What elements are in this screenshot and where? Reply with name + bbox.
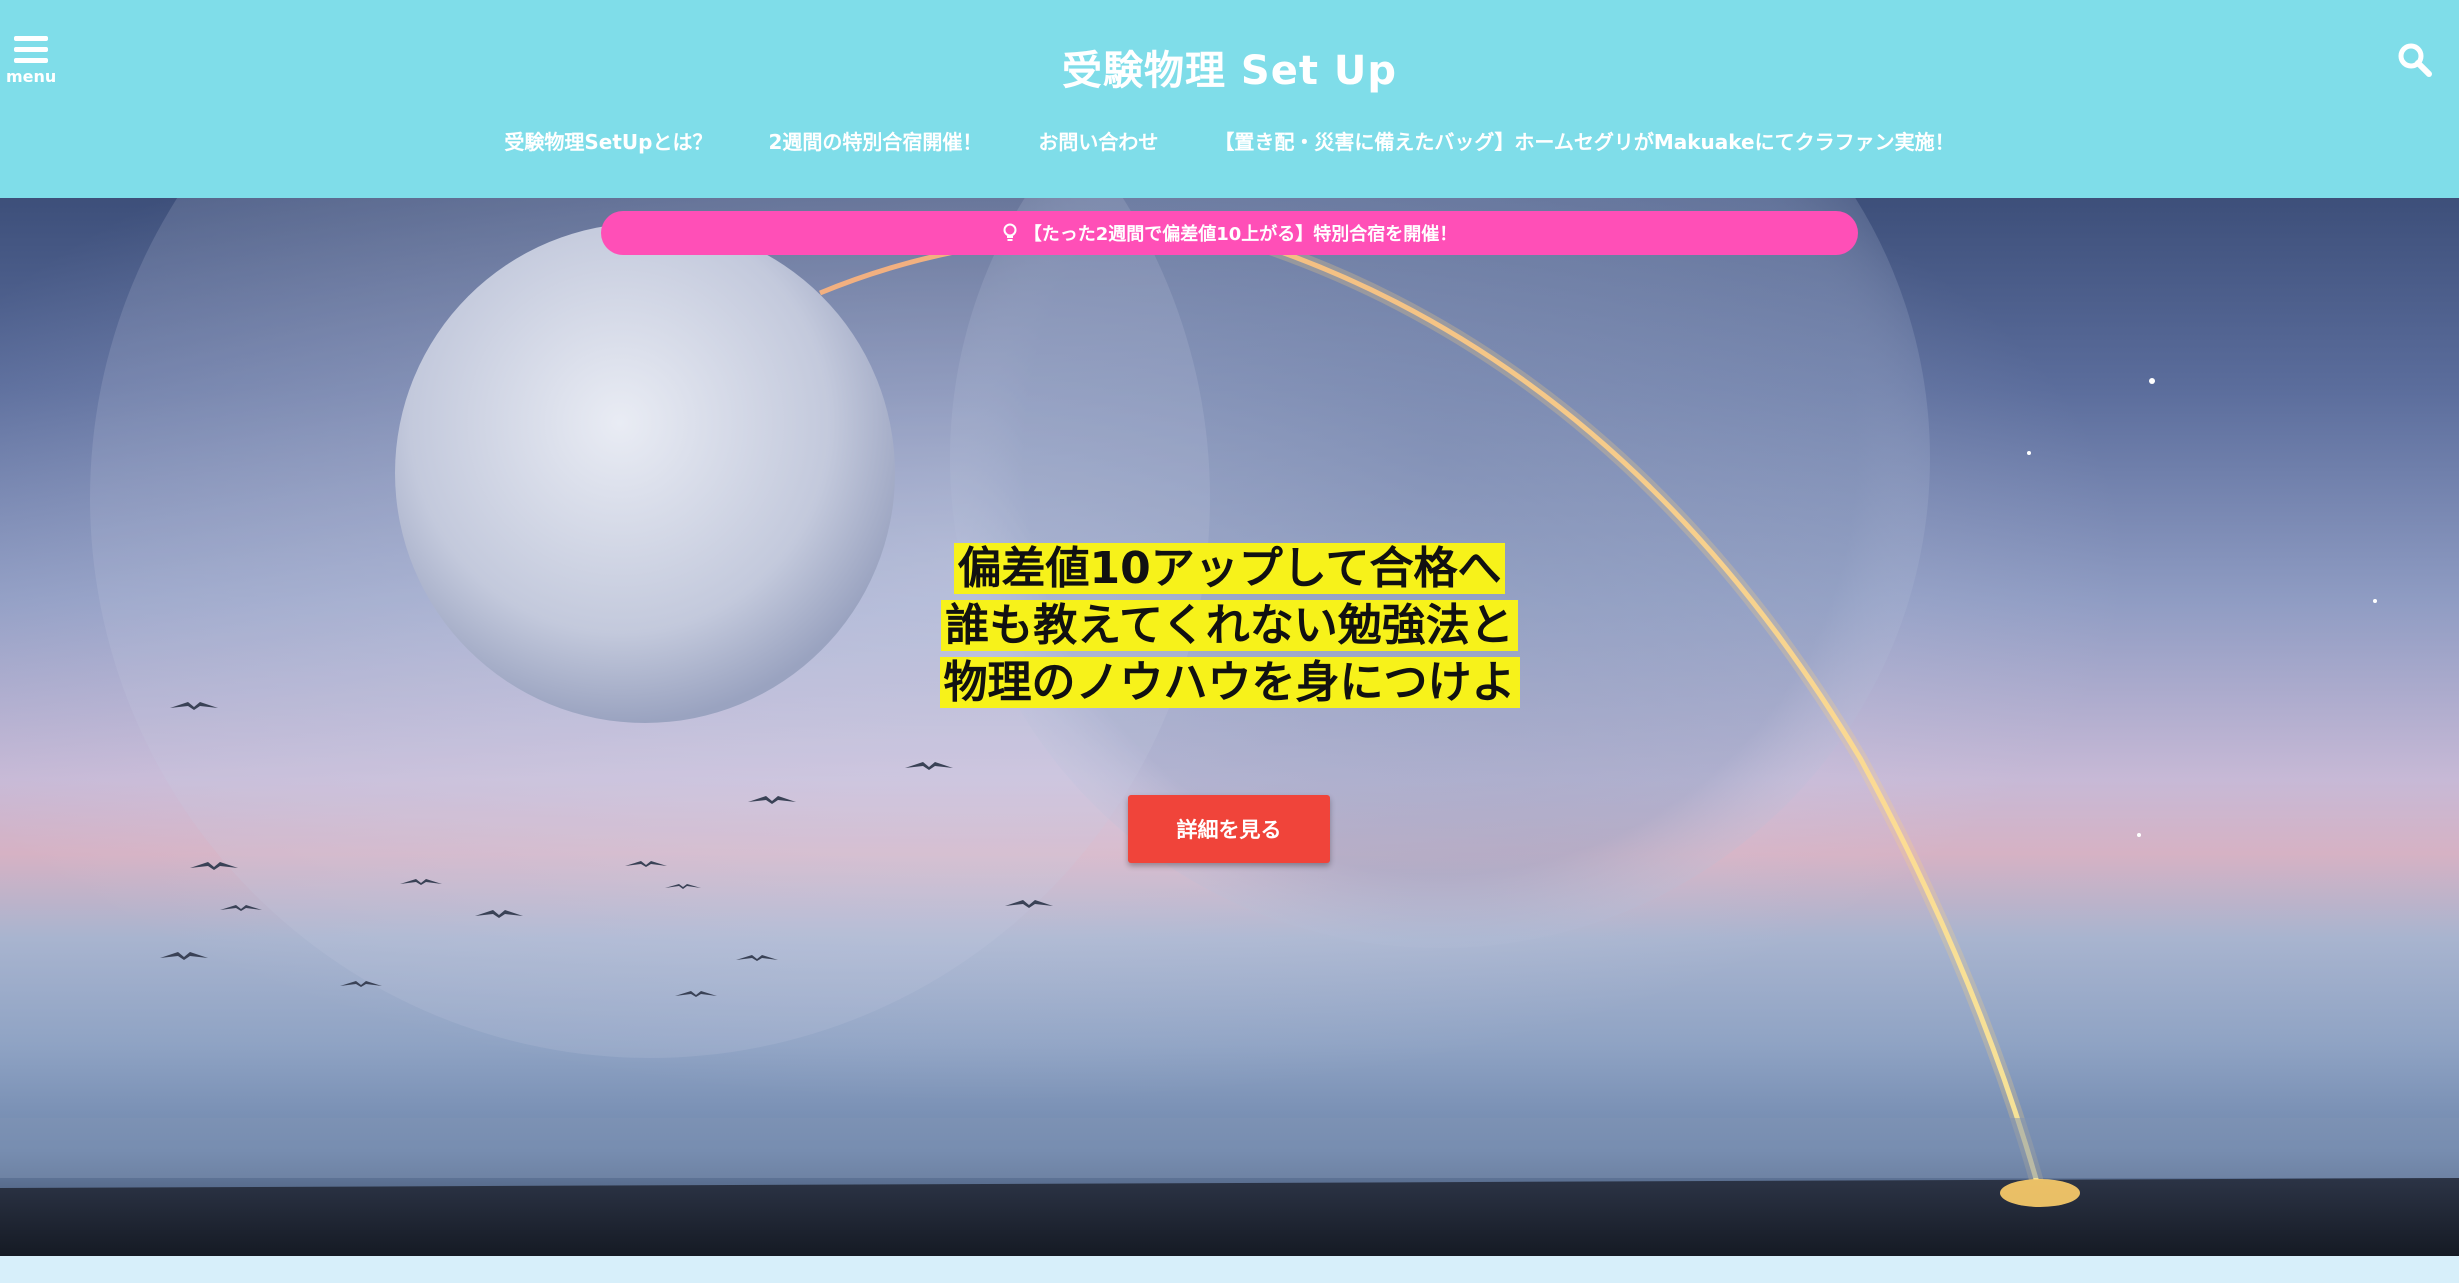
nav-item-contact[interactable]: お問い合わせ xyxy=(1038,126,1158,155)
headline-line-2: 誰も教えてくれない勉強法と xyxy=(941,600,1518,651)
hero-background-image xyxy=(0,198,2459,1256)
lightbulb-icon xyxy=(1003,223,1017,241)
nav-item-camp[interactable]: 2週間の特別合宿開催！ xyxy=(769,126,983,155)
hero-section: 【たった2週間で偏差値10上がる】特別合宿を開催！ 偏差値10アップして合格へ … xyxy=(0,198,2459,1256)
star xyxy=(2027,451,2031,455)
headline-line-3: 物理のノウハウを身につけよ xyxy=(939,657,1520,708)
search-button[interactable] xyxy=(2395,40,2435,80)
search-icon xyxy=(2398,43,2432,77)
headline-line-1: 偏差値10アップして合格へ xyxy=(953,543,1506,594)
nav-item-about[interactable]: 受験物理SetUpとは？ xyxy=(504,126,712,155)
ground xyxy=(0,1178,2459,1256)
nav-item-makuake[interactable]: 【置き配・災害に備えたバッグ】ホームセグリがMakuakeにてクラファン実施！ xyxy=(1214,126,1954,155)
horizon-haze xyxy=(0,1118,2459,1178)
site-header: menu 受験物理 Set Up 受験物理SetUpとは？ 2週間の特別合宿開催… xyxy=(0,0,2459,198)
details-button[interactable]: 詳細を見る xyxy=(1128,795,1330,863)
campaign-banner[interactable]: 【たった2週間で偏差値10上がる】特別合宿を開催！ xyxy=(601,211,1858,255)
launch-glow xyxy=(2000,1179,2080,1207)
campaign-banner-text: 【たった2週間で偏差値10上がる】特別合宿を開催！ xyxy=(1023,224,1458,245)
hero-headline: 偏差値10アップして合格へ 誰も教えてくれない勉強法と 物理のノウハウを身につけ… xyxy=(0,540,2459,711)
star xyxy=(2149,378,2155,384)
content-area-edge xyxy=(0,1256,2459,1283)
star xyxy=(2137,833,2141,837)
site-title[interactable]: 受験物理 Set Up xyxy=(0,38,2459,96)
global-nav: 受験物理SetUpとは？ 2週間の特別合宿開催！ お問い合わせ 【置き配・災害に… xyxy=(0,126,2459,155)
